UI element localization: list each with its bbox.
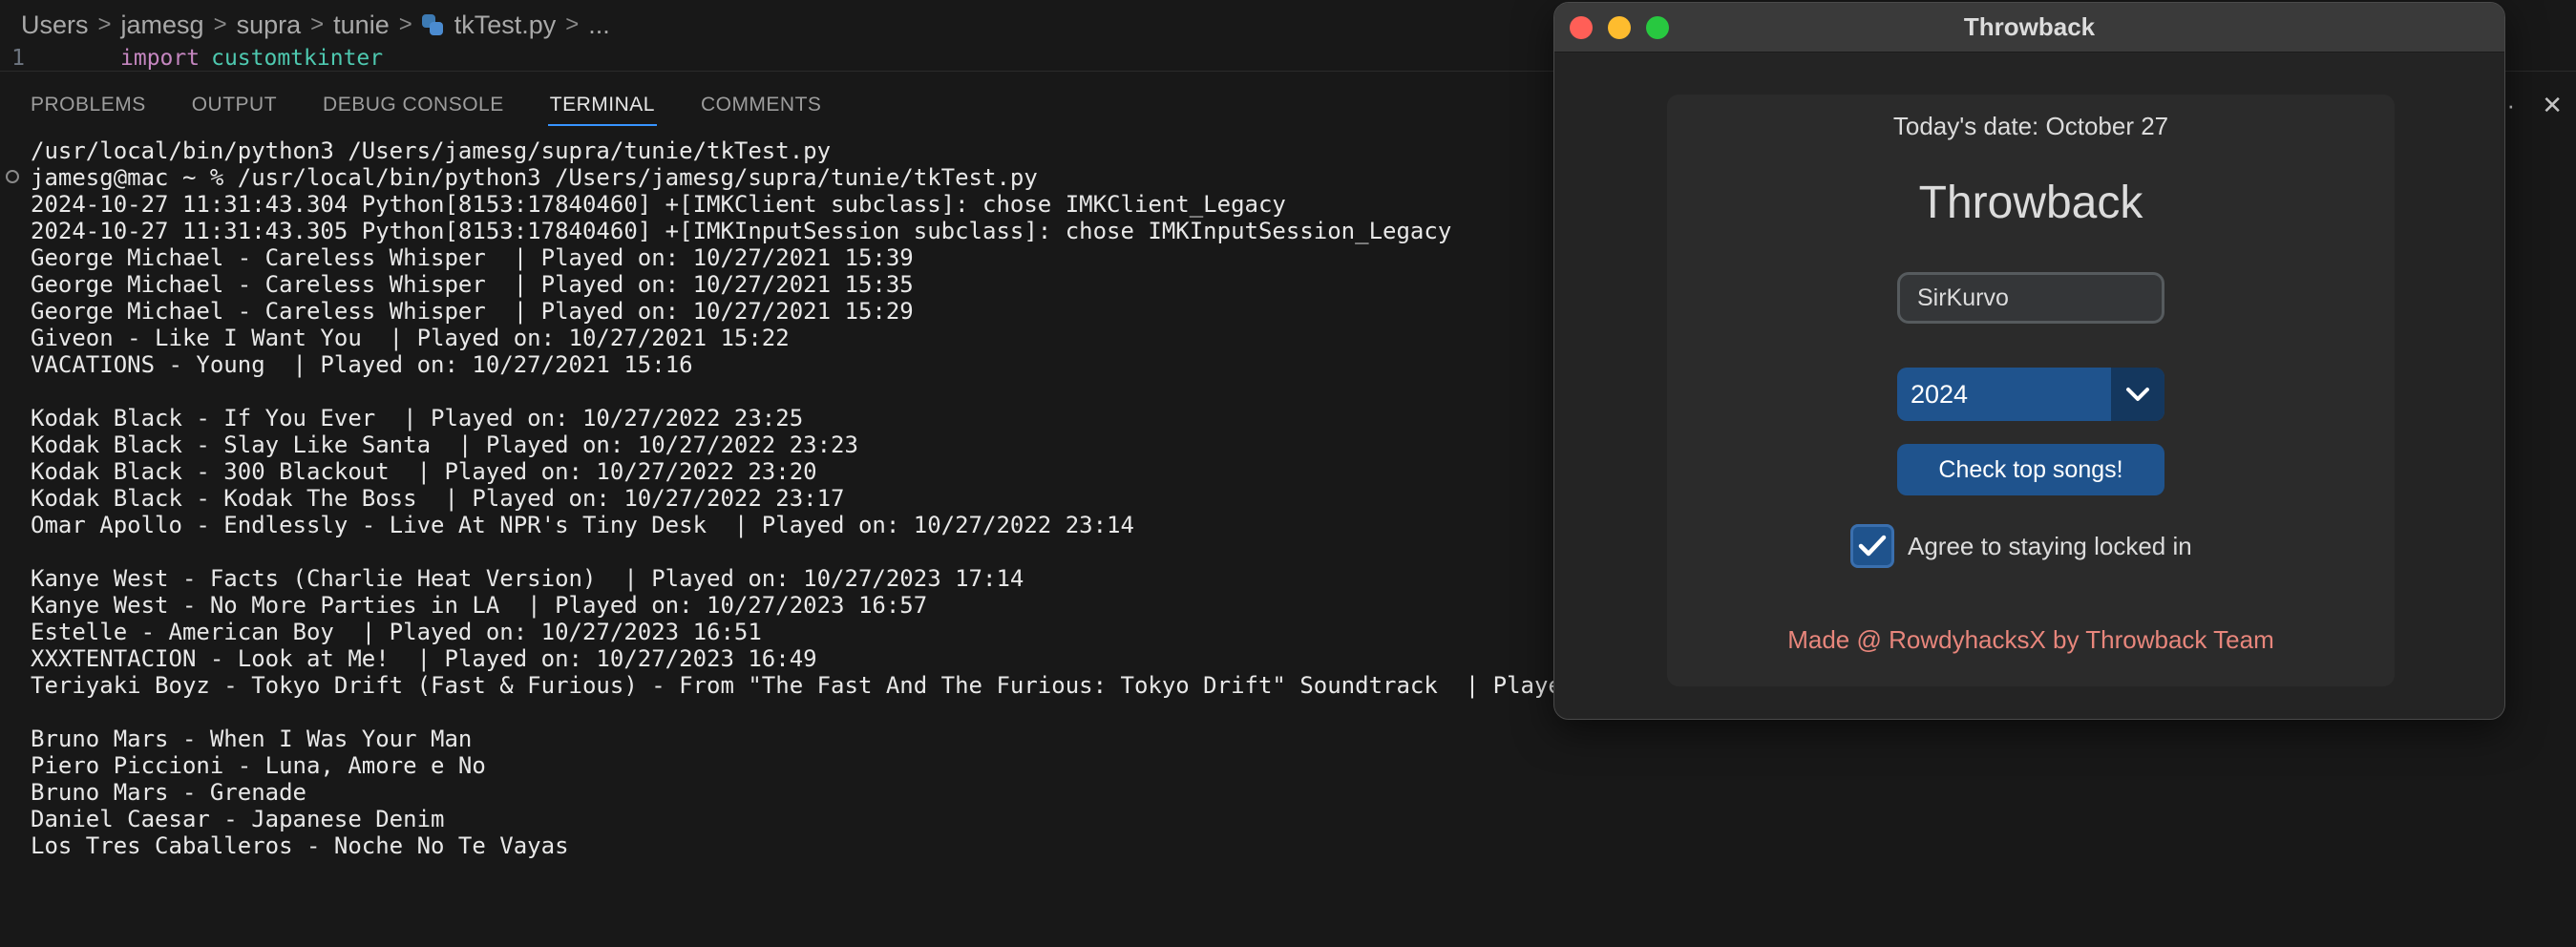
terminal-line: VACATIONS - Young | Played on: 10/27/202… [31, 351, 693, 378]
minimize-window-button[interactable] [1608, 16, 1631, 39]
terminal-line: George Michael - Careless Whisper | Play… [31, 298, 914, 325]
terminal-line: George Michael - Careless Whisper | Play… [31, 244, 914, 271]
python-file-icon [421, 14, 443, 35]
terminal-line: Daniel Caesar - Japanese Denim [31, 806, 445, 832]
maximize-window-button[interactable] [1646, 16, 1669, 39]
terminal-line: Kodak Black - If You Ever | Played on: 1… [31, 405, 804, 431]
terminal-line: Piero Piccioni - Luna, Amore e No [31, 752, 486, 779]
terminal-line: Kanye West - Facts (Charlie Heat Version… [31, 565, 1024, 592]
terminal-line: Estelle - American Boy | Played on: 10/2… [31, 619, 762, 645]
breadcrumb-item-users[interactable]: Users [21, 11, 89, 40]
chevron-right-icon: > [97, 11, 112, 37]
year-dropdown-value[interactable]: 2024 [1897, 368, 2111, 421]
credit-label: Made @ RowdyhacksX by Throwback Team [1787, 625, 2274, 654]
window-title: Throwback [1963, 12, 2096, 41]
breadcrumb-item-supra[interactable]: supra [237, 11, 302, 40]
terminal-line: Kodak Black - 300 Blackout | Played on: … [31, 458, 817, 485]
year-dropdown[interactable]: 2024 [1897, 368, 2164, 421]
terminal-line: XXXTENTACION - Look at Me! | Played on: … [31, 645, 817, 672]
terminal-output[interactable]: /usr/local/bin/python3 /Users/jamesg/sup… [31, 137, 1604, 859]
window-titlebar[interactable]: Throwback [1554, 3, 2504, 53]
close-panel-icon[interactable]: ✕ [2542, 91, 2563, 120]
terminal-line: Kanye West - No More Parties in LA | Pla… [31, 592, 928, 619]
terminal-line: /usr/local/bin/python3 /Users/jamesg/sup… [31, 137, 832, 164]
breadcrumb-item-jamesg[interactable]: jamesg [121, 11, 204, 40]
breadcrumb-item-tunie[interactable]: tunie [333, 11, 390, 40]
panel-tabs: PROBLEMS OUTPUT DEBUG CONSOLE TERMINAL C… [0, 84, 836, 126]
terminal-line: Omar Apollo - Endlessly - Live At NPR's … [31, 512, 1134, 538]
tab-terminal[interactable]: TERMINAL [535, 84, 670, 126]
username-input[interactable] [1897, 272, 2164, 324]
agree-checkbox-label[interactable]: Agree to staying locked in [1908, 532, 2192, 561]
chevron-right-icon: > [213, 11, 227, 37]
terminal-line: George Michael - Careless Whisper | Play… [31, 271, 914, 298]
tab-problems[interactable]: PROBLEMS [15, 84, 161, 126]
tab-comments[interactable]: COMMENTS [686, 84, 837, 126]
terminal-line: Kodak Black - Kodak The Boss | Played on… [31, 485, 845, 512]
chevron-down-icon[interactable] [2111, 368, 2164, 421]
code-line[interactable]: 1 import customtkinter [0, 44, 1566, 73]
terminal-line: Bruno Mars - When I Was Your Man [31, 726, 473, 752]
app-title: Throwback [1918, 178, 2143, 228]
breadcrumb-item-symbols[interactable]: ... [588, 11, 610, 40]
check-top-songs-button[interactable]: Check top songs! [1897, 444, 2164, 495]
breadcrumb: Users > jamesg > supra > tunie > tkTest.… [21, 6, 610, 44]
code-module: customtkinter [211, 46, 384, 71]
terminal-line: Bruno Mars - Grenade [31, 779, 306, 806]
terminal-line: Giveon - Like I Want You | Played on: 10… [31, 325, 790, 351]
date-label: Today's date: October 27 [1892, 112, 2169, 140]
terminal-line: Kodak Black - Slay Like Santa | Played o… [31, 431, 858, 458]
code-keyword: import [120, 46, 201, 71]
terminal-line: Los Tres Caballeros - Noche No Te Vayas [31, 832, 569, 859]
line-number: 1 [11, 46, 25, 71]
main-frame: Today's date: October 27 Throwback 2024 … [1667, 95, 2395, 686]
chevron-right-icon: > [310, 11, 325, 37]
chevron-right-icon: > [398, 11, 412, 37]
tab-output[interactable]: OUTPUT [177, 84, 292, 126]
breadcrumb-item-file[interactable]: tkTest.py [454, 11, 557, 40]
terminal-line: jamesg@mac ~ % /usr/local/bin/python3 /U… [31, 164, 1038, 191]
checkmark-icon [1858, 535, 1887, 557]
close-window-button[interactable] [1570, 16, 1593, 39]
agree-checkbox[interactable] [1850, 524, 1894, 568]
chevron-right-icon: > [565, 11, 580, 37]
window-controls [1570, 16, 1669, 39]
command-decoration-icon[interactable] [6, 170, 19, 183]
terminal-line: Teriyaki Boyz - Tokyo Drift (Fast & Furi… [31, 672, 1604, 699]
throwback-window: Throwback Today's date: October 27 Throw… [1553, 2, 2505, 720]
terminal-line: 2024-10-27 11:31:43.304 Python[8153:1784… [31, 191, 1286, 218]
agree-checkbox-row[interactable]: Agree to staying locked in [1850, 522, 2192, 570]
tab-debug-console[interactable]: DEBUG CONSOLE [307, 84, 519, 126]
terminal-line: 2024-10-27 11:31:43.305 Python[8153:1784… [31, 218, 1452, 244]
